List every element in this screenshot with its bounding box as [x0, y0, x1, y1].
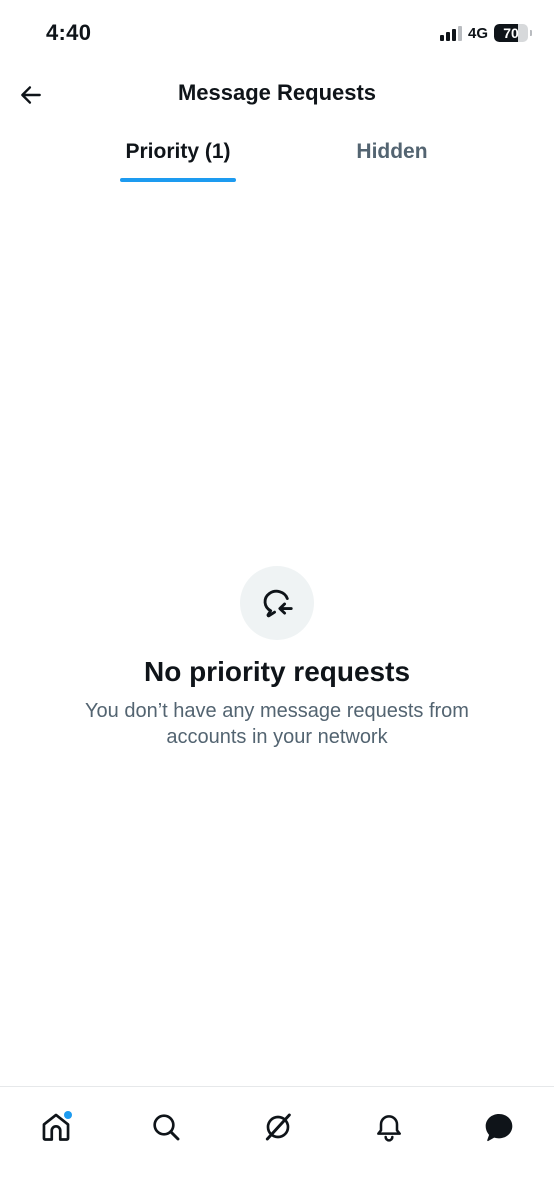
tab-hidden-label: Hidden	[356, 140, 428, 163]
page-title: Message Requests	[177, 80, 377, 105]
bell-icon	[377, 1115, 401, 1142]
nav-search[interactable]	[142, 1103, 190, 1151]
network-type-label: 4G	[467, 24, 488, 42]
message-icon	[485, 1113, 513, 1142]
empty-state-icon-circle	[240, 566, 314, 640]
nav-home[interactable]	[32, 1103, 80, 1151]
bottom-navigation	[0, 1086, 554, 1199]
battery-icon: 70	[494, 24, 528, 42]
status-bar: 4:40 4G 70	[0, 0, 554, 66]
message-requests-screen: 4:40 4G 70 Message Requests Priority (1)…	[0, 0, 554, 1199]
active-tab-indicator	[120, 178, 236, 182]
top-app-bar: Message Requests	[0, 66, 554, 122]
request-tabs: Priority (1) Hidden	[0, 128, 554, 184]
empty-state-title: No priority requests	[143, 656, 411, 687]
empty-state-description: You don’t have any message requests from…	[85, 700, 469, 748]
nav-grok[interactable]	[254, 1103, 302, 1151]
empty-state: No priority requests You don’t have any …	[0, 566, 554, 750]
battery-cap	[530, 30, 532, 36]
home-notification-dot	[64, 1111, 72, 1119]
signal-strength-icon	[439, 25, 462, 41]
tab-priority[interactable]: Priority (1)	[110, 128, 246, 184]
battery-percent: 70	[503, 25, 519, 41]
nav-messages[interactable]	[475, 1103, 523, 1151]
tab-priority-label: Priority (1)	[125, 140, 231, 163]
grok-icon	[265, 1113, 291, 1141]
nav-notifications[interactable]	[365, 1103, 413, 1151]
tab-hidden[interactable]: Hidden	[332, 128, 452, 184]
search-icon	[153, 1114, 180, 1141]
message-reply-icon	[263, 589, 293, 618]
status-indicators: 4G 70	[439, 22, 532, 44]
status-time: 4:40	[46, 20, 92, 45]
